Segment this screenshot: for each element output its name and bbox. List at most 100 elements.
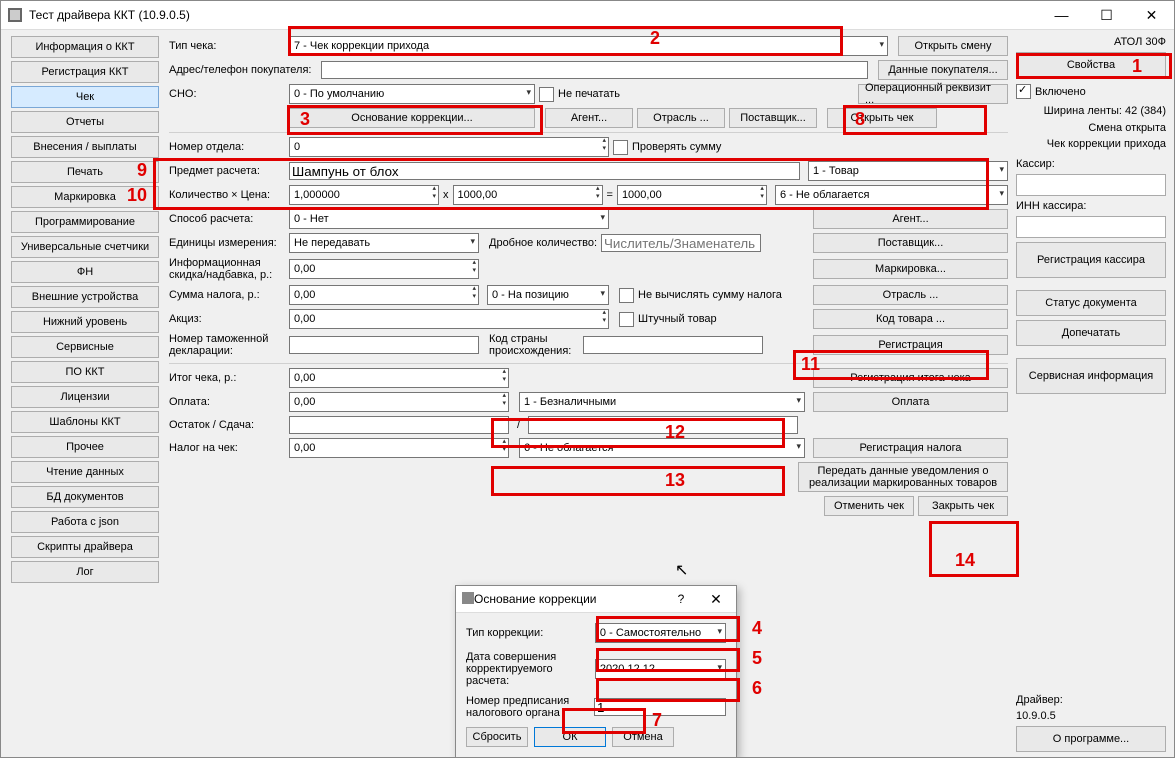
- item-postav-button[interactable]: Поставщик...: [813, 233, 1008, 253]
- total-input[interactable]: 1000,00: [617, 185, 767, 205]
- buyer-data-button[interactable]: Данные покупателя...: [878, 60, 1008, 80]
- nav-item-2[interactable]: Чек: [11, 86, 159, 108]
- item-otrasl-button[interactable]: Отрасль ...: [813, 285, 1008, 305]
- dopech-button[interactable]: Допечатать: [1016, 320, 1166, 346]
- oper-req-button[interactable]: Операционный реквизит ...: [858, 84, 1008, 104]
- sum-nal-select[interactable]: 0 - На позицию: [487, 285, 609, 305]
- close-check-button[interactable]: Закрыть чек: [918, 496, 1008, 516]
- prover-sum-checkbox[interactable]: [613, 140, 628, 155]
- dialog-reset-button[interactable]: Сбросить: [466, 727, 528, 747]
- sum-nal-input[interactable]: 0,00: [289, 285, 479, 305]
- otrasl-button[interactable]: Отрасль ...: [637, 108, 725, 128]
- postav-button[interactable]: Поставщик...: [729, 108, 817, 128]
- vkl-checkbox[interactable]: [1016, 84, 1031, 99]
- adres-input[interactable]: [321, 61, 868, 79]
- dialog-ok-button[interactable]: ОК: [534, 727, 606, 747]
- tip-cheka-select[interactable]: 7 - Чек коррекции прихода: [289, 36, 888, 56]
- inf-sk-input[interactable]: 0,00: [289, 259, 479, 279]
- props-button[interactable]: Свойства: [1016, 52, 1166, 78]
- oplata-select[interactable]: 1 - Безналичными: [519, 392, 805, 412]
- sposob-select[interactable]: 0 - Нет: [289, 209, 609, 229]
- itog-input[interactable]: 0,00: [289, 368, 509, 388]
- nav-item-15[interactable]: Шаблоны ККТ: [11, 411, 159, 433]
- left-nav: Информация о ККТ Регистрация ККТ Чек Отчеты…: [1, 30, 165, 758]
- kod-str-input[interactable]: [583, 336, 763, 354]
- reg-nalog-button[interactable]: Регистрация налога: [813, 438, 1008, 458]
- label-kol-cena: Количество × Цена:: [169, 189, 285, 201]
- dialog-help-button[interactable]: ?: [666, 585, 696, 613]
- reg-kassir-button[interactable]: Регистрация кассира: [1016, 242, 1166, 278]
- nav-item-3[interactable]: Отчеты: [11, 111, 159, 133]
- ne-vych-checkbox[interactable]: [619, 288, 634, 303]
- ne-pechat-checkbox[interactable]: [539, 87, 554, 102]
- about-button[interactable]: О программе...: [1016, 726, 1166, 752]
- dialog-close-button[interactable]: ✕: [696, 585, 736, 613]
- nav-item-11[interactable]: Нижний уровень: [11, 311, 159, 333]
- nav-item-19[interactable]: Работа с json: [11, 511, 159, 533]
- nalog-ch-input[interactable]: 0,00: [289, 438, 509, 458]
- ed-izm-select[interactable]: Не передавать: [289, 233, 479, 253]
- reg-itog-button[interactable]: Регистрация итога чека: [813, 368, 1008, 388]
- reg-button[interactable]: Регистрация: [813, 335, 1008, 355]
- nom-tam-input[interactable]: [289, 336, 479, 354]
- label-shtuch: Штучный товар: [638, 313, 717, 325]
- nalog-ch-select[interactable]: 6 - Не облагается: [519, 438, 805, 458]
- label-ne-vych: Не вычислять сумму налога: [638, 289, 782, 301]
- nav-item-4[interactable]: Внесения / выплаты: [11, 136, 159, 158]
- nomer-pred-input[interactable]: [594, 698, 726, 716]
- nav-item-18[interactable]: БД документов: [11, 486, 159, 508]
- item-agent-button[interactable]: Агент...: [813, 209, 1008, 229]
- tip-korr-select[interactable]: 0 - Самостоятельно: [595, 623, 726, 643]
- inn-input[interactable]: [1016, 216, 1166, 238]
- nav-item-5[interactable]: Печать: [11, 161, 159, 183]
- serv-button[interactable]: Сервисная информация: [1016, 358, 1166, 394]
- kassir-input[interactable]: [1016, 174, 1166, 196]
- label-tip-korr: Тип коррекции:: [466, 627, 595, 639]
- close-window-button[interactable]: ✕: [1129, 1, 1174, 29]
- open-shift-button[interactable]: Открыть смену: [898, 36, 1008, 56]
- nav-item-8[interactable]: Универсальные счетчики: [11, 236, 159, 258]
- nav-item-21[interactable]: Лог: [11, 561, 159, 583]
- window-title: Тест драйвера ККТ (10.9.0.5): [29, 8, 1039, 22]
- nav-item-13[interactable]: ПО ККТ: [11, 361, 159, 383]
- price-input[interactable]: 1000,00: [453, 185, 603, 205]
- oplata-input[interactable]: 0,00: [289, 392, 509, 412]
- ostatok2-input[interactable]: [528, 416, 798, 434]
- open-check-button[interactable]: Открыть чек: [827, 108, 937, 128]
- nav-item-12[interactable]: Сервисные: [11, 336, 159, 358]
- nav-item-14[interactable]: Лицензии: [11, 386, 159, 408]
- sno-select[interactable]: 0 - По умолчанию: [289, 84, 535, 104]
- nav-item-7[interactable]: Программирование: [11, 211, 159, 233]
- kod-tovara-button[interactable]: Код товара ...: [813, 309, 1008, 329]
- nomer-otd-input[interactable]: 0: [289, 137, 609, 157]
- nav-item-10[interactable]: Внешние устройства: [11, 286, 159, 308]
- oplata-button[interactable]: Оплата: [813, 392, 1008, 412]
- ostatok1-input[interactable]: [289, 416, 509, 434]
- nav-item-17[interactable]: Чтение данных: [11, 461, 159, 483]
- status-button[interactable]: Статус документа: [1016, 290, 1166, 316]
- nav-item-0[interactable]: Информация о ККТ: [11, 36, 159, 58]
- dialog-cancel-button[interactable]: Отмена: [612, 727, 674, 747]
- inn-label: ИНН кассира:: [1016, 200, 1166, 212]
- shtuch-checkbox[interactable]: [619, 312, 634, 327]
- tax-select[interactable]: 6 - Не облагается: [775, 185, 1008, 205]
- qty-input[interactable]: 1,000000: [289, 185, 439, 205]
- nav-item-1[interactable]: Регистрация ККТ: [11, 61, 159, 83]
- drob-kol-input[interactable]: [601, 234, 761, 252]
- item-mark-button[interactable]: Маркировка...: [813, 259, 1008, 279]
- nav-item-6[interactable]: Маркировка: [11, 186, 159, 208]
- label-ostatok: Остаток / Сдача:: [169, 419, 285, 431]
- akciz-input[interactable]: 0,00: [289, 309, 609, 329]
- nav-item-16[interactable]: Прочее: [11, 436, 159, 458]
- predmet-input[interactable]: [289, 162, 800, 180]
- nav-item-9[interactable]: ФН: [11, 261, 159, 283]
- osnovanie-korr-button[interactable]: Основание коррекции...: [289, 108, 535, 128]
- maximize-button[interactable]: ☐: [1084, 1, 1129, 29]
- predmet-type-select[interactable]: 1 - Товар: [808, 161, 1008, 181]
- peredat-button[interactable]: Передать данные уведомления о реализации…: [798, 462, 1008, 492]
- data-korr-input[interactable]: 2020.12.12: [595, 659, 726, 679]
- minimize-button[interactable]: —: [1039, 1, 1084, 29]
- agent-button[interactable]: Агент...: [545, 108, 633, 128]
- cancel-check-button[interactable]: Отменить чек: [824, 496, 914, 516]
- nav-item-20[interactable]: Скрипты драйвера: [11, 536, 159, 558]
